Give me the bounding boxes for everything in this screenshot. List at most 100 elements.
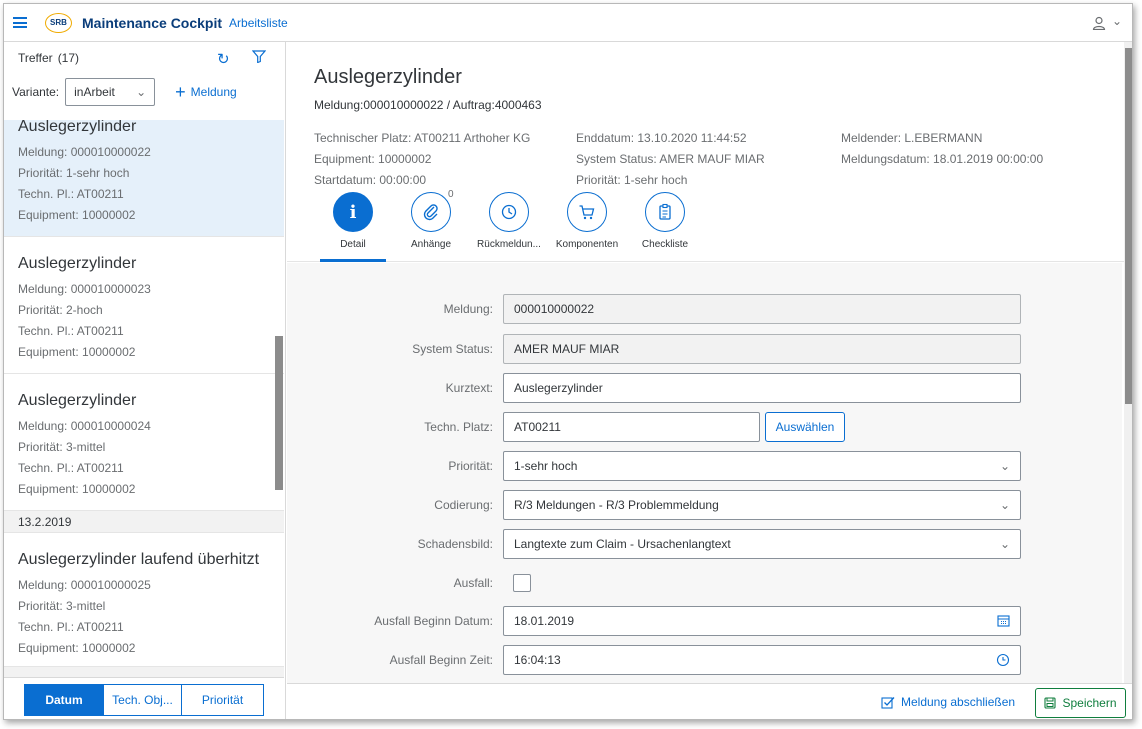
tab-rueckmeldung[interactable]: Rückmeldun... <box>470 192 548 250</box>
sort-prioritaet-button[interactable]: Priorität <box>182 683 264 716</box>
list-item-priority: Priorität: 3-mittel <box>18 440 106 454</box>
list-item[interactable]: Auslegerzylinder Meldung: 000010000023 P… <box>4 237 284 374</box>
list-header: Treffer (17) ↻ <box>4 42 285 74</box>
sort-datum-button[interactable]: Datum <box>24 683 104 716</box>
attr-enddatum: Enddatum: 13.10.2020 11:44:52 <box>576 131 747 145</box>
beginn-datum-input[interactable]: 18.01.2019 <box>503 606 1021 636</box>
list-item-priority: Priorität: 2-hoch <box>18 303 103 317</box>
techn-platz-input[interactable]: AT00211 <box>503 412 760 442</box>
meldung-label: Meldung: <box>443 302 493 316</box>
chevron-down-icon: ⌄ <box>999 459 1010 473</box>
meldung-field: 000010000022 <box>503 294 1021 324</box>
attr-meldungsdatum: Meldungsdatum: 18.01.2019 00:00:00 <box>841 152 1044 166</box>
form-row-techn-platz: Techn. Platz: AT00211 Auswählen <box>287 412 845 442</box>
time-icon[interactable] <box>996 653 1010 670</box>
tab-anhaenge[interactable]: 0 Anhänge <box>392 189 470 250</box>
tab-label: Anhänge <box>410 239 452 250</box>
save-icon <box>1044 697 1057 709</box>
attr-techn-platz: Technischer Platz: AT00211 Arthoher KG <box>314 131 531 145</box>
techn-platz-label: Techn. Platz: <box>424 420 493 434</box>
hits-label: Treffer <box>18 51 53 65</box>
add-meldung-label: Meldung <box>190 85 237 99</box>
list-item-meldung: Meldung: 000010000023 <box>18 282 151 296</box>
system-status-label: System Status: <box>412 342 493 356</box>
filter-icon[interactable] <box>251 50 267 67</box>
app-subtitle[interactable]: Arbeitsliste <box>229 16 288 30</box>
page-subtitle: Meldung:000010000022 / Auftrag:4000463 <box>314 98 542 112</box>
tab-detail[interactable]: i Detail <box>314 192 392 262</box>
list-item-title: Auslegerzylinder <box>18 255 137 272</box>
add-meldung-button[interactable]: + Meldung <box>175 83 237 101</box>
attr-system-status: System Status: AMER MAUF MIAR <box>576 152 765 166</box>
detail-form: Meldung: 000010000022 System Status: AME… <box>287 263 1122 683</box>
sort-tech-obj-button[interactable]: Tech. Obj... <box>104 683 182 716</box>
list-item-equipment: Equipment: 10000002 <box>18 345 136 359</box>
system-status-field: AMER MAUF MIAR <box>503 334 1021 364</box>
list-item-title: Auslegerzylinder <box>18 120 137 135</box>
prioritaet-select[interactable]: 1-sehr hoch ⌄ <box>503 451 1021 481</box>
codierung-select[interactable]: R/3 Meldungen - R/3 Problemmeldung ⌄ <box>503 490 1021 520</box>
tab-label: Checkliste <box>641 239 689 250</box>
variant-value: inArbeit <box>74 85 115 99</box>
codierung-label: Codierung: <box>434 498 493 512</box>
company-logo: SRB <box>45 12 72 33</box>
beginn-datum-value: 18.01.2019 <box>514 614 575 628</box>
checklist-icon <box>645 192 685 232</box>
chevron-down-icon: ⌄ <box>1111 14 1122 28</box>
detail-scrollbar[interactable] <box>1124 42 1132 683</box>
list-scrollbar[interactable] <box>275 336 283 490</box>
cart-icon <box>567 192 607 232</box>
prioritaet-value: 1-sehr hoch <box>514 459 578 473</box>
user-icon <box>1092 16 1106 30</box>
auswaehlen-button[interactable]: Auswählen <box>765 412 845 442</box>
kurztext-input[interactable]: Auslegerzylinder <box>503 373 1021 403</box>
tab-label: Komponenten <box>555 239 619 250</box>
variant-bar: Variante: inArbeit ⌄ + Meldung <box>4 74 285 110</box>
chevron-down-icon: ⌄ <box>999 537 1010 551</box>
tab-checkliste[interactable]: Checkliste <box>626 192 704 250</box>
meldung-abschliessen-button[interactable]: Meldung abschließen <box>881 695 1015 709</box>
list-item[interactable]: Auslegerzylinder laufend überhitzt Meldu… <box>4 533 284 667</box>
list-item-title: Auslegerzylinder <box>18 392 137 409</box>
attr-meldender: Meldender: L.EBERMANN <box>841 131 983 145</box>
list-item[interactable]: Auslegerzylinder Meldung: 000010000022 P… <box>4 120 284 237</box>
attr-startdatum: Startdatum: 00:00:00 <box>314 173 427 187</box>
schadensbild-select[interactable]: Langtexte zum Claim - Ursachenlangtext ⌄ <box>503 529 1021 559</box>
list-item[interactable]: Auslegerzylinder Meldung: 000010000024 P… <box>4 374 284 511</box>
list-item-meldung: Meldung: 000010000022 <box>18 145 151 159</box>
beginn-zeit-input[interactable]: 16:04:13 <box>503 645 1021 675</box>
calendar-icon[interactable] <box>997 614 1010 630</box>
form-row-schadensbild: Schadensbild: Langtexte zum Claim - Ursa… <box>287 529 1021 559</box>
form-row-beginn-datum: Ausfall Beginn Datum: 18.01.2019 <box>287 606 1021 636</box>
form-row-kurztext: Kurztext: Auslegerzylinder <box>287 373 1021 403</box>
refresh-icon[interactable]: ↻ <box>217 50 230 68</box>
list-item-techn-platz: Techn. Pl.: AT00211 <box>18 620 124 634</box>
ausfall-label: Ausfall: <box>453 576 493 590</box>
chevron-down-icon: ⌄ <box>136 85 147 99</box>
tab-komponenten[interactable]: Komponenten <box>548 192 626 250</box>
detail-scrollbar-thumb[interactable] <box>1125 48 1132 404</box>
icon-tab-bar: i Detail 0 Anhänge Rückmeldun... Kompone… <box>314 189 704 262</box>
list-item-equipment: Equipment: 10000002 <box>18 641 136 655</box>
schadensbild-value: Langtexte zum Claim - Ursachenlangtext <box>514 537 731 551</box>
attr-equipment: Equipment: 10000002 <box>314 152 432 166</box>
user-menu[interactable]: ⌄ <box>1092 14 1122 30</box>
form-row-status: System Status: AMER MAUF MIAR <box>287 334 1021 364</box>
attributes-col-2: Enddatum: 13.10.2020 11:44:52 System Sta… <box>576 128 765 191</box>
master-list-panel: Treffer (17) ↻ Variante: inArbeit ⌄ + Me… <box>4 42 286 719</box>
detail-panel: Auslegerzylinder Meldung:000010000022 / … <box>287 42 1132 719</box>
list-item-equipment: Equipment: 10000002 <box>18 482 136 496</box>
ausfall-checkbox[interactable] <box>513 574 531 592</box>
variant-select[interactable]: inArbeit ⌄ <box>65 78 156 106</box>
list-item-meldung: Meldung: 000010000024 <box>18 419 151 433</box>
attr-prioritaet: Priorität: 1-sehr hoch <box>576 173 688 187</box>
info-icon: i <box>333 192 373 232</box>
list-item-meldung: Meldung: 000010000025 <box>18 578 151 592</box>
paperclip-icon <box>411 192 451 232</box>
notification-list: Auslegerzylinder Meldung: 000010000022 P… <box>4 120 284 680</box>
list-item-priority: Priorität: 1-sehr hoch <box>18 166 130 180</box>
menu-icon[interactable] <box>13 17 27 28</box>
attachment-count: 0 <box>448 189 454 200</box>
prioritaet-label: Priorität: <box>448 459 493 473</box>
save-button[interactable]: Speichern <box>1035 688 1126 718</box>
